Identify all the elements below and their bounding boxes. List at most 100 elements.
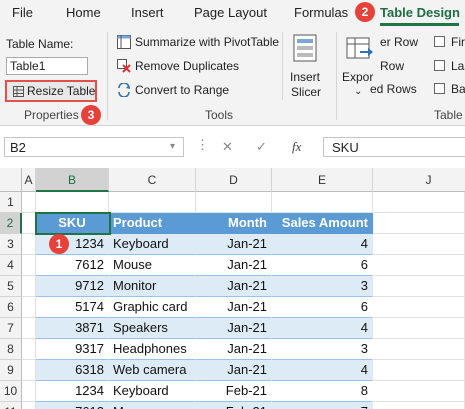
table-cell[interactable]: 9712 [36,276,109,297]
insert-function-icon[interactable]: fx [292,139,301,155]
table-cell[interactable]: Jan-21 [196,276,272,297]
column-header-e[interactable]: E [272,168,373,192]
table-cell[interactable]: 4 [272,234,373,255]
table-cell[interactable]: Jan-21 [196,255,272,276]
table-cell[interactable]: Jan-21 [196,318,272,339]
table-cell[interactable]: 3871 [36,318,109,339]
row-header-5[interactable]: 5 [0,276,22,297]
formula-input[interactable]: SKU [323,137,465,157]
table-cell[interactable]: 1234 [36,234,109,255]
table-cell[interactable]: 6318 [36,360,109,381]
grid-cell[interactable] [373,234,465,255]
table-header-cell[interactable]: SKU [36,213,109,234]
table-cell[interactable]: Feb-21 [196,402,272,409]
column-header-j[interactable]: J [373,168,465,192]
grid-cell[interactable] [22,360,36,381]
table-cell[interactable]: 7612 [36,402,109,409]
table-header-cell[interactable]: Sales Amount [272,213,373,234]
first-column-checkbox[interactable] [434,36,445,47]
grid-cell[interactable] [373,360,465,381]
table-cell[interactable]: Jan-21 [196,234,272,255]
select-all-corner[interactable] [0,168,22,192]
table-header-cell[interactable]: Product [109,213,196,234]
grid-cell[interactable] [373,402,465,409]
table-cell[interactable]: Headphones [109,339,196,360]
banded-columns-checkbox[interactable] [434,83,445,94]
table-name-input[interactable]: Table1 [6,57,88,75]
table-cell[interactable]: Jan-21 [196,360,272,381]
table-cell[interactable]: Mouse [109,255,196,276]
grid-cell[interactable] [196,192,272,213]
grid-cell[interactable] [22,339,36,360]
remove-duplicates-button[interactable]: Remove Duplicates [135,59,239,73]
tab-table-design[interactable]: Table Design [380,5,460,20]
grid-cell[interactable] [22,213,36,234]
tab-page-layout[interactable]: Page Layout [194,5,267,20]
grid-cell[interactable] [22,276,36,297]
grid-cell[interactable] [36,192,109,213]
row-header-4[interactable]: 4 [0,255,22,276]
banded-rows-option[interactable]: ed Rows [370,82,417,96]
table-cell[interactable]: 3 [272,339,373,360]
convert-to-range-button[interactable]: Convert to Range [135,83,229,97]
row-header-7[interactable]: 7 [0,318,22,339]
grid-cell[interactable] [22,192,36,213]
table-cell[interactable]: 6 [272,297,373,318]
table-cell[interactable]: Keyboard [109,234,196,255]
grid-cell[interactable] [373,255,465,276]
row-header-2[interactable]: 2 [0,213,22,234]
grid-cell[interactable] [22,255,36,276]
row-header-1[interactable]: 1 [0,192,22,213]
table-cell[interactable]: 4 [272,360,373,381]
grid-cell[interactable] [373,192,465,213]
table-cell[interactable]: Jan-21 [196,297,272,318]
table-cell[interactable]: 9317 [36,339,109,360]
table-cell[interactable]: Feb-21 [196,381,272,402]
enter-icon[interactable]: ✓ [256,139,267,155]
tab-insert[interactable]: Insert [131,5,164,20]
summarize-pivot-button[interactable]: Summarize with PivotTable [135,35,279,49]
table-cell[interactable]: Speakers [109,318,196,339]
name-box[interactable]: B2 [4,137,184,157]
column-header-d[interactable]: D [196,168,272,192]
table-cell[interactable]: 4 [272,318,373,339]
table-cell[interactable]: 6 [272,255,373,276]
row-header-10[interactable]: 10 [0,381,22,402]
grid-cell[interactable] [272,192,373,213]
table-cell[interactable]: 1234 [36,381,109,402]
table-cell[interactable]: Graphic card [109,297,196,318]
table-cell[interactable]: Monitor [109,276,196,297]
grid-cell[interactable] [22,297,36,318]
column-header-b[interactable]: B [36,168,109,192]
grid-cell[interactable] [373,276,465,297]
table-cell[interactable]: Mouse [109,402,196,409]
table-header-cell[interactable]: Month [196,213,272,234]
grid-cell[interactable] [373,339,465,360]
grid-cell[interactable] [22,234,36,255]
table-cell[interactable]: 7 [272,402,373,409]
grid-cell[interactable] [373,318,465,339]
resize-table-button[interactable]: Resize Table [5,80,97,102]
table-cell[interactable]: 7612 [36,255,109,276]
grid-cell[interactable] [22,402,36,409]
table-cell[interactable]: Jan-21 [196,339,272,360]
grid-cell[interactable] [109,192,196,213]
grid-cell[interactable] [22,381,36,402]
row-header-3[interactable]: 3 [0,234,22,255]
table-cell[interactable]: 5174 [36,297,109,318]
tab-formulas[interactable]: Formulas [294,5,348,20]
table-cell[interactable]: 8 [272,381,373,402]
table-cell[interactable]: Keyboard [109,381,196,402]
row-header-11[interactable]: 11 [0,402,22,409]
last-column-checkbox[interactable] [434,60,445,71]
row-header-6[interactable]: 6 [0,297,22,318]
name-box-dropdown-icon[interactable]: ▾ [170,141,175,152]
tab-home[interactable]: Home [66,5,101,20]
cancel-icon[interactable]: ✕ [222,139,233,155]
total-row-option[interactable]: Row [380,59,404,73]
grid-cell[interactable] [373,381,465,402]
column-header-c[interactable]: C [109,168,196,192]
row-header-8[interactable]: 8 [0,339,22,360]
insert-slicer-button[interactable]: Insert Slicer [286,32,326,100]
row-header-9[interactable]: 9 [0,360,22,381]
